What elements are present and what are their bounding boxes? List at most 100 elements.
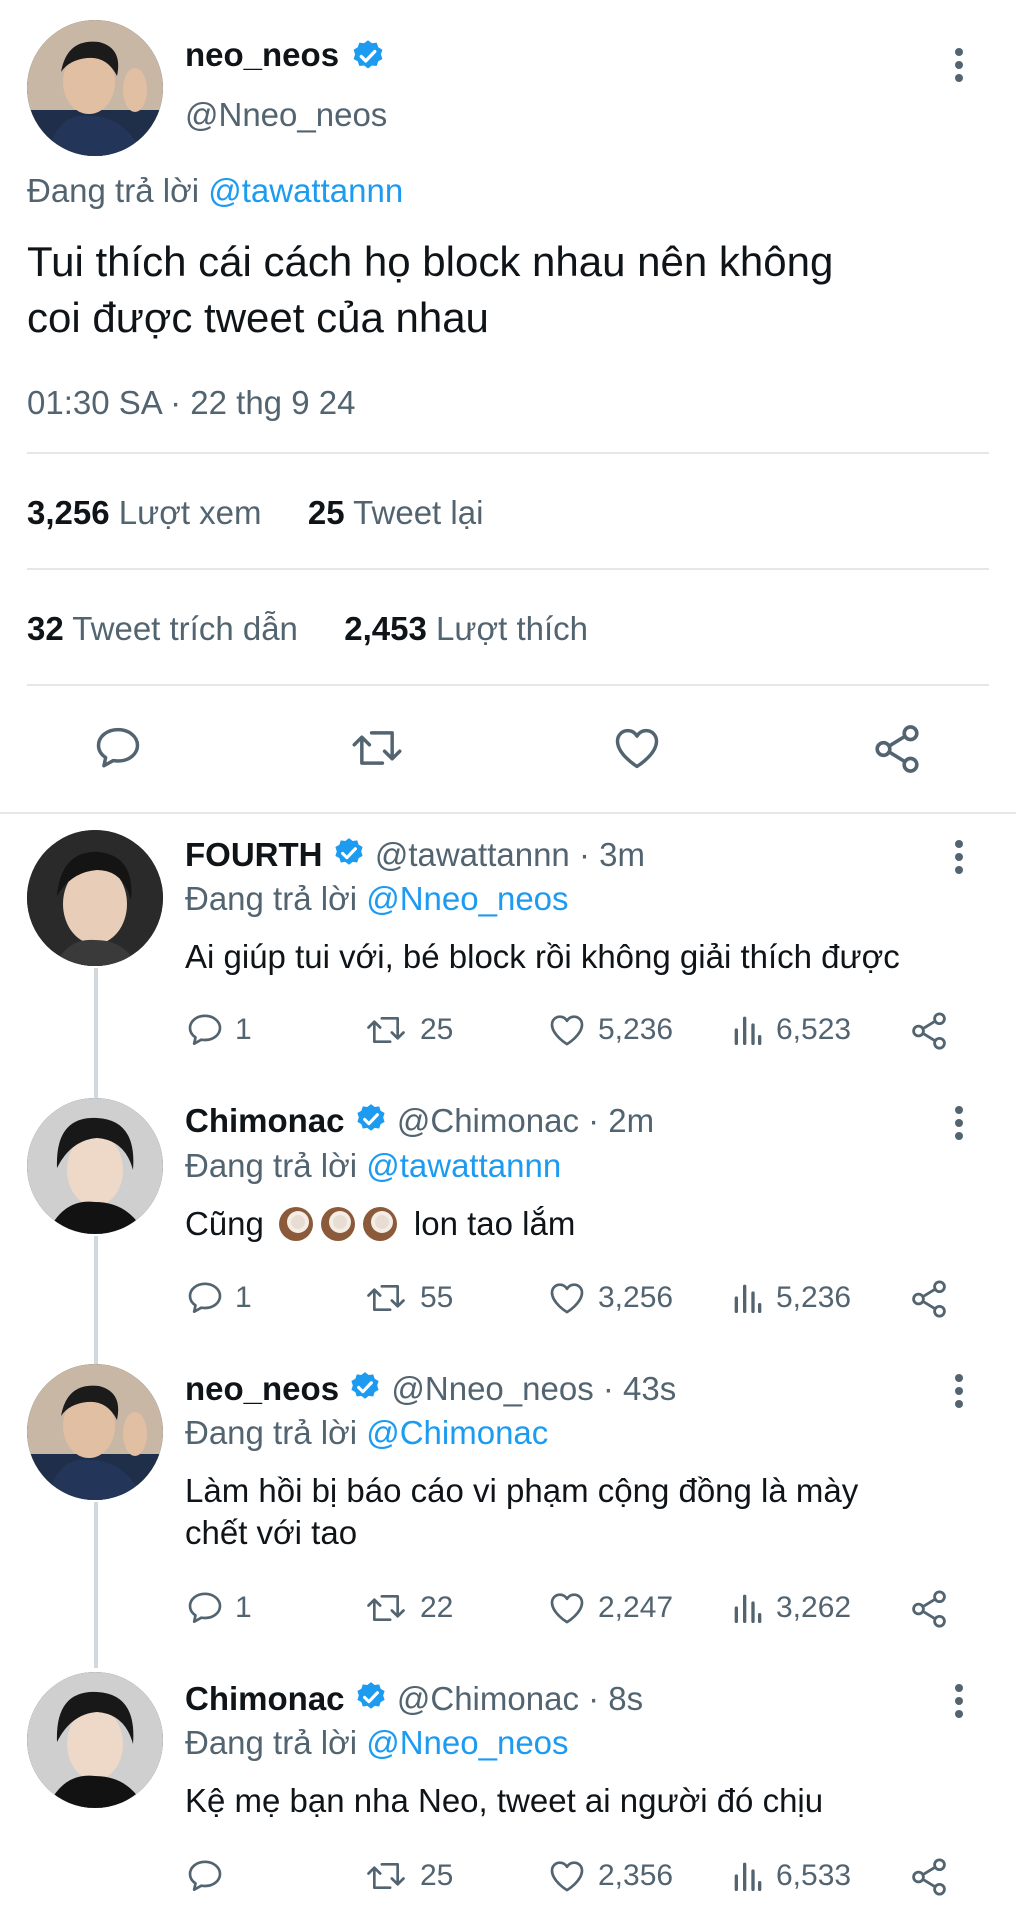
avatar[interactable] [27, 1672, 163, 1808]
verified-icon [350, 38, 386, 79]
views-count: 6,523 [776, 1013, 852, 1046]
like-action[interactable]: 3,256 [546, 1278, 673, 1318]
share-icon[interactable] [908, 1856, 950, 1903]
reply-header: FOURTH @tawattannn · 3m [185, 836, 645, 878]
more-options-icon[interactable] [955, 1374, 965, 1413]
reply-count: 1 [235, 1591, 252, 1624]
like-icon [550, 1593, 584, 1624]
replying-prefix: Đang trả lời [185, 1414, 358, 1451]
more-options-icon[interactable] [955, 1106, 965, 1145]
handle-time[interactable]: @Chimonac · 2m [397, 1102, 654, 1139]
reply-icon[interactable] [185, 1278, 235, 1318]
reply-header: Chimonac @Chimonac · 2m [185, 1102, 654, 1144]
views-label: Lượt xem [118, 494, 262, 531]
handle-time[interactable]: @Chimonac · 8s [397, 1680, 643, 1717]
verified-icon [332, 836, 366, 878]
display-name[interactable]: Chimonac [185, 1102, 345, 1139]
retweet-icon [367, 1285, 405, 1311]
reply-actions: 1 [185, 1278, 335, 1318]
handle-time[interactable]: @Nneo_neos · 43s [391, 1370, 676, 1407]
reply-text: Làm hồi bị báo cáo vi phạm cộng đồng là … [185, 1470, 858, 1554]
retweet-action[interactable]: 22 [362, 1588, 453, 1628]
like-count: 5,236 [598, 1013, 674, 1046]
stats-row-1: 3,256 Lượt xem 25 Tweet lại [27, 494, 483, 532]
replying-to-link[interactable]: @tawattannn [366, 1147, 561, 1184]
share-icon[interactable] [908, 1588, 950, 1635]
like-action[interactable]: 5,236 [546, 1010, 673, 1050]
like-count: 2,356 [598, 1859, 674, 1892]
retweet-icon [367, 1017, 405, 1043]
retweets-label[interactable]: Tweet lại [353, 494, 483, 531]
share-icon[interactable] [870, 722, 924, 781]
views-count: 3,262 [776, 1591, 852, 1624]
like-icon[interactable] [610, 722, 664, 779]
reply-count: 1 [235, 1281, 252, 1314]
quotes-count[interactable]: 32 [27, 610, 64, 647]
replying-to: Đang trả lời @Chimonac [185, 1414, 548, 1452]
reply-actions: 1 [185, 1588, 335, 1628]
more-options-icon[interactable] [955, 840, 965, 879]
replying-to: Đang trả lời @Nneo_neos [185, 880, 569, 918]
display-name[interactable]: Chimonac [185, 1680, 345, 1717]
more-options-icon[interactable] [955, 1684, 965, 1723]
replying-to-link[interactable]: @Chimonac [366, 1414, 548, 1451]
verified-icon [348, 1370, 382, 1412]
reply-icon[interactable] [92, 722, 144, 779]
retweet-icon [367, 1595, 405, 1621]
verified-icon [354, 1102, 388, 1144]
avatar[interactable] [27, 20, 163, 156]
views-action[interactable]: 5,236 [730, 1278, 851, 1318]
timestamp[interactable]: 01:30 SA · 22 thg 9 24 [27, 384, 355, 422]
likes-count[interactable]: 2,453 [344, 610, 427, 647]
views-action[interactable]: 6,533 [730, 1856, 851, 1896]
reply-icon[interactable] [185, 1856, 235, 1896]
replying-to-link[interactable]: @tawattannn [208, 172, 403, 209]
like-action[interactable]: 2,247 [546, 1588, 673, 1628]
quotes-label[interactable]: Tweet trích dẫn [72, 610, 298, 647]
like-action[interactable]: 2,356 [546, 1856, 673, 1896]
views-action[interactable]: 3,262 [730, 1588, 851, 1628]
display-name[interactable]: neo_neos [185, 1370, 339, 1407]
handle-time[interactable]: @tawattannn · 3m [375, 836, 645, 873]
share-icon[interactable] [908, 1278, 950, 1325]
tweet-text-line: coi được tweet của nhau [27, 294, 489, 341]
retweet-count: 25 [420, 1859, 454, 1892]
retweet-action[interactable]: 25 [362, 1010, 453, 1050]
reply-text-before: Cũng [185, 1205, 264, 1242]
likes-label[interactable]: Lượt thích [436, 610, 588, 647]
reply-count: 1 [235, 1013, 252, 1046]
reply-icon[interactable] [185, 1588, 235, 1628]
more-options-icon[interactable] [955, 48, 965, 87]
thread-line [94, 968, 98, 1098]
replying-prefix: Đang trả lời [185, 1724, 358, 1761]
display-name[interactable]: neo_neos [185, 36, 339, 74]
replying-to-link[interactable]: @Nneo_neos [366, 880, 568, 917]
reply-text: Ai giúp tui với, bé block rồi không giải… [185, 938, 900, 975]
handle[interactable]: @Nneo_neos [185, 96, 387, 134]
views-icon [734, 1862, 762, 1891]
display-name[interactable]: FOURTH [185, 836, 322, 873]
reply-header: Chimonac @Chimonac · 8s [185, 1680, 643, 1722]
reply-text-line: chết với tao [185, 1514, 358, 1551]
retweet-action[interactable]: 25 [362, 1856, 453, 1896]
verified-icon [354, 1680, 388, 1722]
views-count: 5,236 [776, 1281, 852, 1314]
avatar[interactable] [27, 1098, 163, 1234]
section-divider [0, 812, 1016, 814]
like-count: 2,247 [598, 1591, 674, 1624]
divider [27, 452, 989, 454]
retweet-action[interactable]: 55 [362, 1278, 453, 1318]
views-action[interactable]: 6,523 [730, 1010, 851, 1050]
share-icon[interactable] [908, 1010, 950, 1057]
divider [27, 568, 989, 570]
avatar[interactable] [27, 830, 163, 966]
reply-icon[interactable] [185, 1010, 235, 1050]
avatar[interactable] [27, 1364, 163, 1500]
retweets-count[interactable]: 25 [308, 494, 345, 531]
tweet-text: Tui thích cái cách họ block nhau nên khô… [27, 234, 833, 346]
retweet-icon[interactable] [348, 722, 406, 779]
replying-to: Đang trả lời @Nneo_neos [185, 1724, 569, 1762]
retweet-count: 25 [420, 1013, 454, 1046]
reply-text-after: lon tao lắm [413, 1205, 576, 1242]
replying-to-link[interactable]: @Nneo_neos [366, 1724, 568, 1761]
